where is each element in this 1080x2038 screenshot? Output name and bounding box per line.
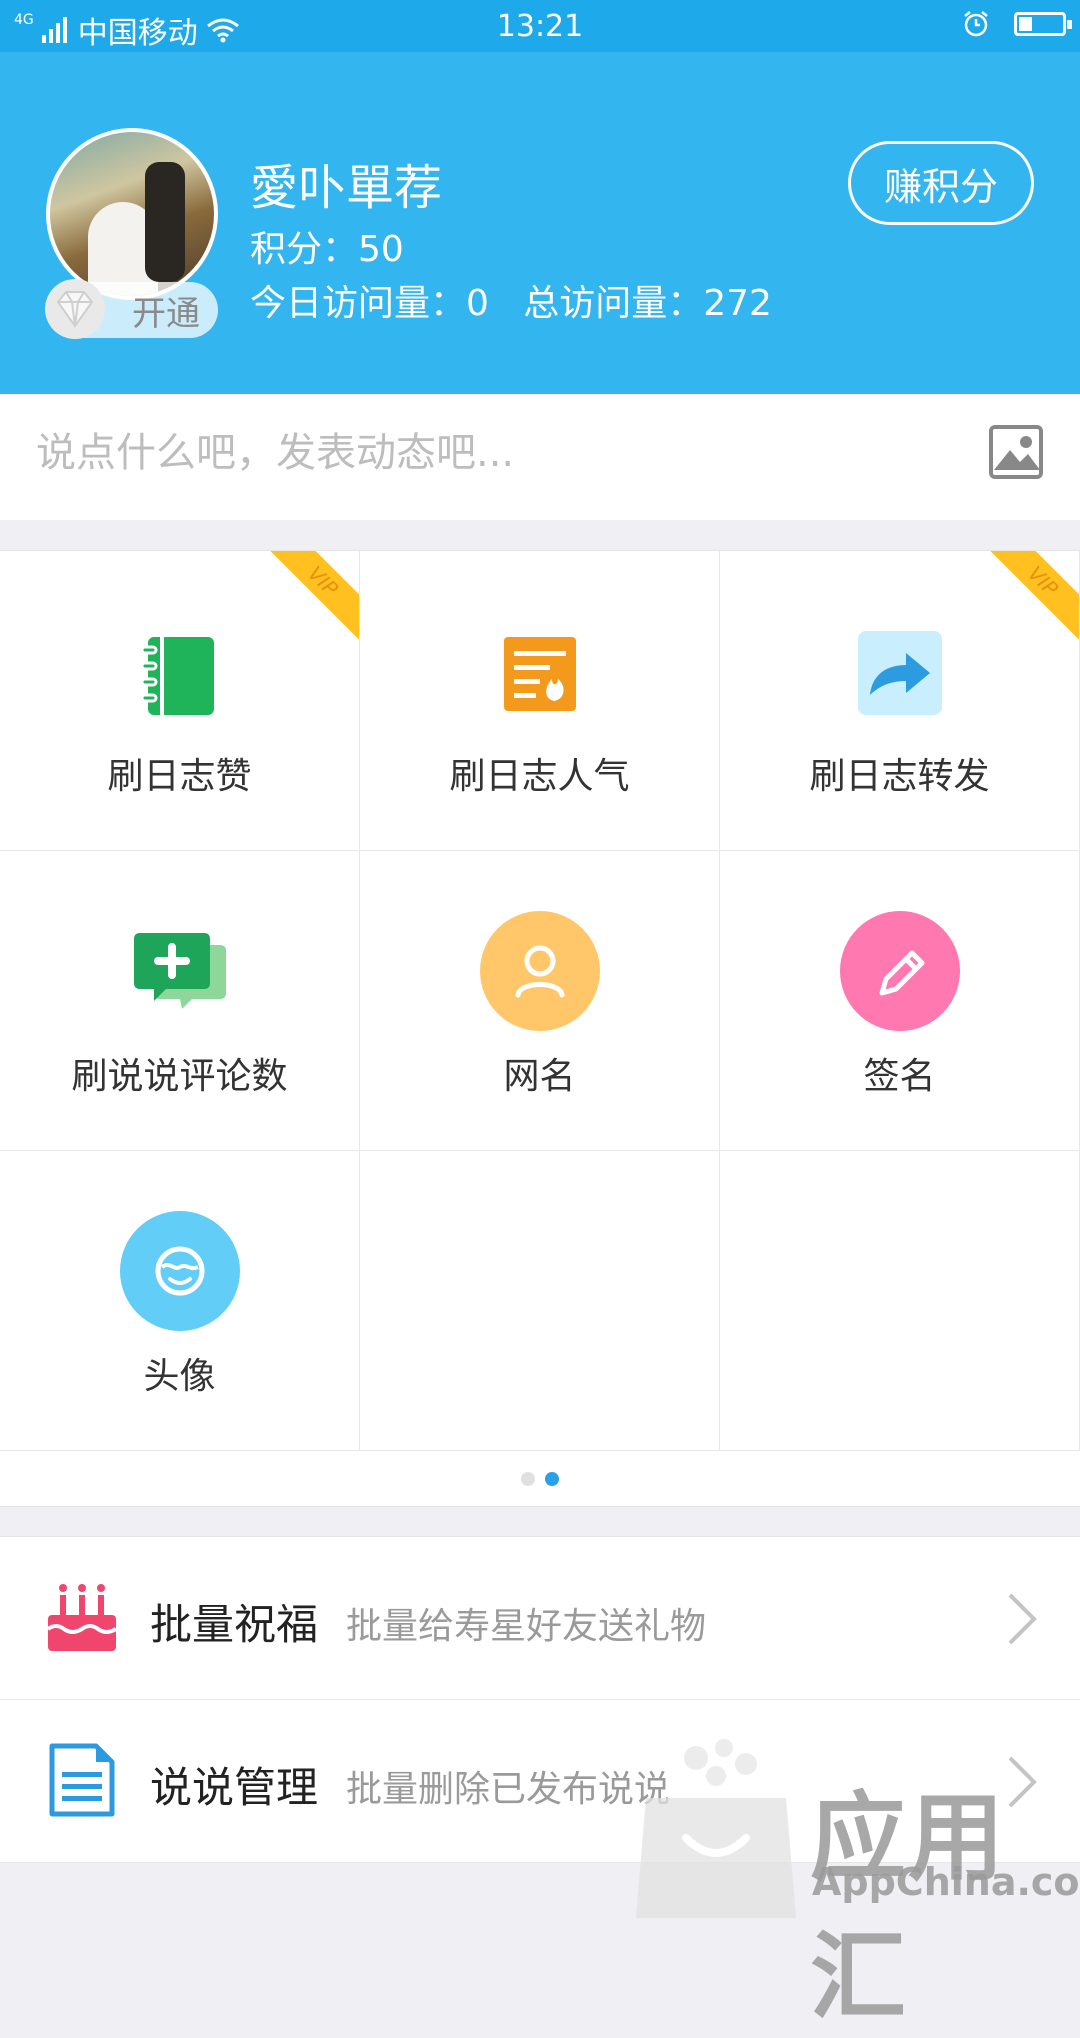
open-vip-badge[interactable]: 开通 — [45, 279, 218, 339]
open-badge-label: 开通 — [132, 293, 200, 334]
chevron-right-icon — [1008, 1593, 1037, 1645]
list-item-batch-wishes[interactable]: 批量祝福 批量给寿星好友送礼物 — [0, 1537, 1080, 1700]
vip-ribbon: VIP — [255, 551, 359, 649]
avatar[interactable] — [46, 128, 218, 300]
list-item-subtitle: 批量给寿星好友送礼物 — [346, 1606, 707, 1647]
points-text: 积分：50 — [250, 229, 404, 270]
grid-item-label: 网名 — [503, 1056, 576, 1097]
profile-header: 开通 愛卟單荐 积分：50 今日访问量：0 总访问量：272 赚积分 — [0, 52, 1080, 394]
list-item-title: 说说管理 — [150, 1763, 319, 1812]
document-icon — [49, 1743, 115, 1817]
grid-item-label: 刷日志赞 — [107, 756, 252, 797]
page-dot[interactable] — [521, 1472, 535, 1486]
pencil-icon — [840, 911, 960, 1031]
battery-level — [1019, 17, 1032, 31]
vip-ribbon: VIP — [975, 551, 1079, 649]
post-input[interactable] — [36, 430, 936, 476]
status-bar: 4G 中国移动 13:21 — [0, 0, 1080, 52]
grid-item-empty — [360, 1151, 720, 1451]
user-icon — [480, 911, 600, 1031]
grid-item-comment-count[interactable]: 刷说说评论数 — [0, 851, 360, 1151]
comment-plus-icon — [134, 933, 226, 1009]
birthday-cake-icon — [46, 1584, 118, 1651]
alarm-icon — [964, 11, 988, 37]
grid-item-blog-popularity[interactable]: 刷日志人气 — [360, 551, 720, 851]
grid-item-label: 头像 — [143, 1356, 216, 1397]
grid-item-label: 刷日志转发 — [809, 756, 990, 797]
list-item-subtitle: 批量删除已发布说说 — [346, 1769, 671, 1810]
page-indicator — [0, 1472, 1080, 1492]
grid-item-avatar[interactable]: 头像 — [0, 1151, 360, 1451]
battery-icon — [1014, 12, 1072, 36]
grid-item-empty — [720, 1151, 1080, 1451]
watermark-english: AppChina.com — [812, 1860, 1080, 1904]
grid-item-blog-like[interactable]: 刷日志赞 VIP — [0, 551, 360, 851]
share-arrow-icon — [858, 631, 942, 715]
list-item-title: 批量祝福 — [150, 1600, 319, 1649]
page-indicator-bar — [0, 1454, 1080, 1507]
post-composer — [0, 394, 1080, 520]
grid-item-nickname[interactable]: 网名 — [360, 851, 720, 1151]
grid-item-signature[interactable]: 签名 — [720, 851, 1080, 1151]
image-icon[interactable] — [988, 424, 1044, 480]
grid-item-label: 刷说说评论数 — [71, 1056, 288, 1097]
username: 愛卟單荐 — [250, 160, 443, 216]
feature-grid: 刷日志赞 VIP 刷日志人气 刷日志转发 VIP 刷说说评论数 网名 签名 头像 — [0, 550, 1080, 1456]
grid-item-blog-share[interactable]: 刷日志转发 VIP — [720, 551, 1080, 851]
status-right — [962, 10, 1072, 38]
grid-item-label: 刷日志人气 — [449, 756, 630, 797]
clock: 13:21 — [496, 9, 584, 44]
diamond-icon — [45, 279, 105, 339]
grid-item-label: 签名 — [863, 1056, 936, 1097]
avatar-photo-figure — [145, 162, 185, 282]
notebook-icon — [140, 637, 214, 715]
hot-document-icon — [504, 637, 576, 711]
page-dot-active[interactable] — [545, 1472, 559, 1486]
visits-text: 今日访问量：0 总访问量：272 — [250, 283, 772, 324]
face-icon — [120, 1211, 240, 1331]
earn-points-button[interactable]: 赚积分 — [848, 141, 1034, 225]
